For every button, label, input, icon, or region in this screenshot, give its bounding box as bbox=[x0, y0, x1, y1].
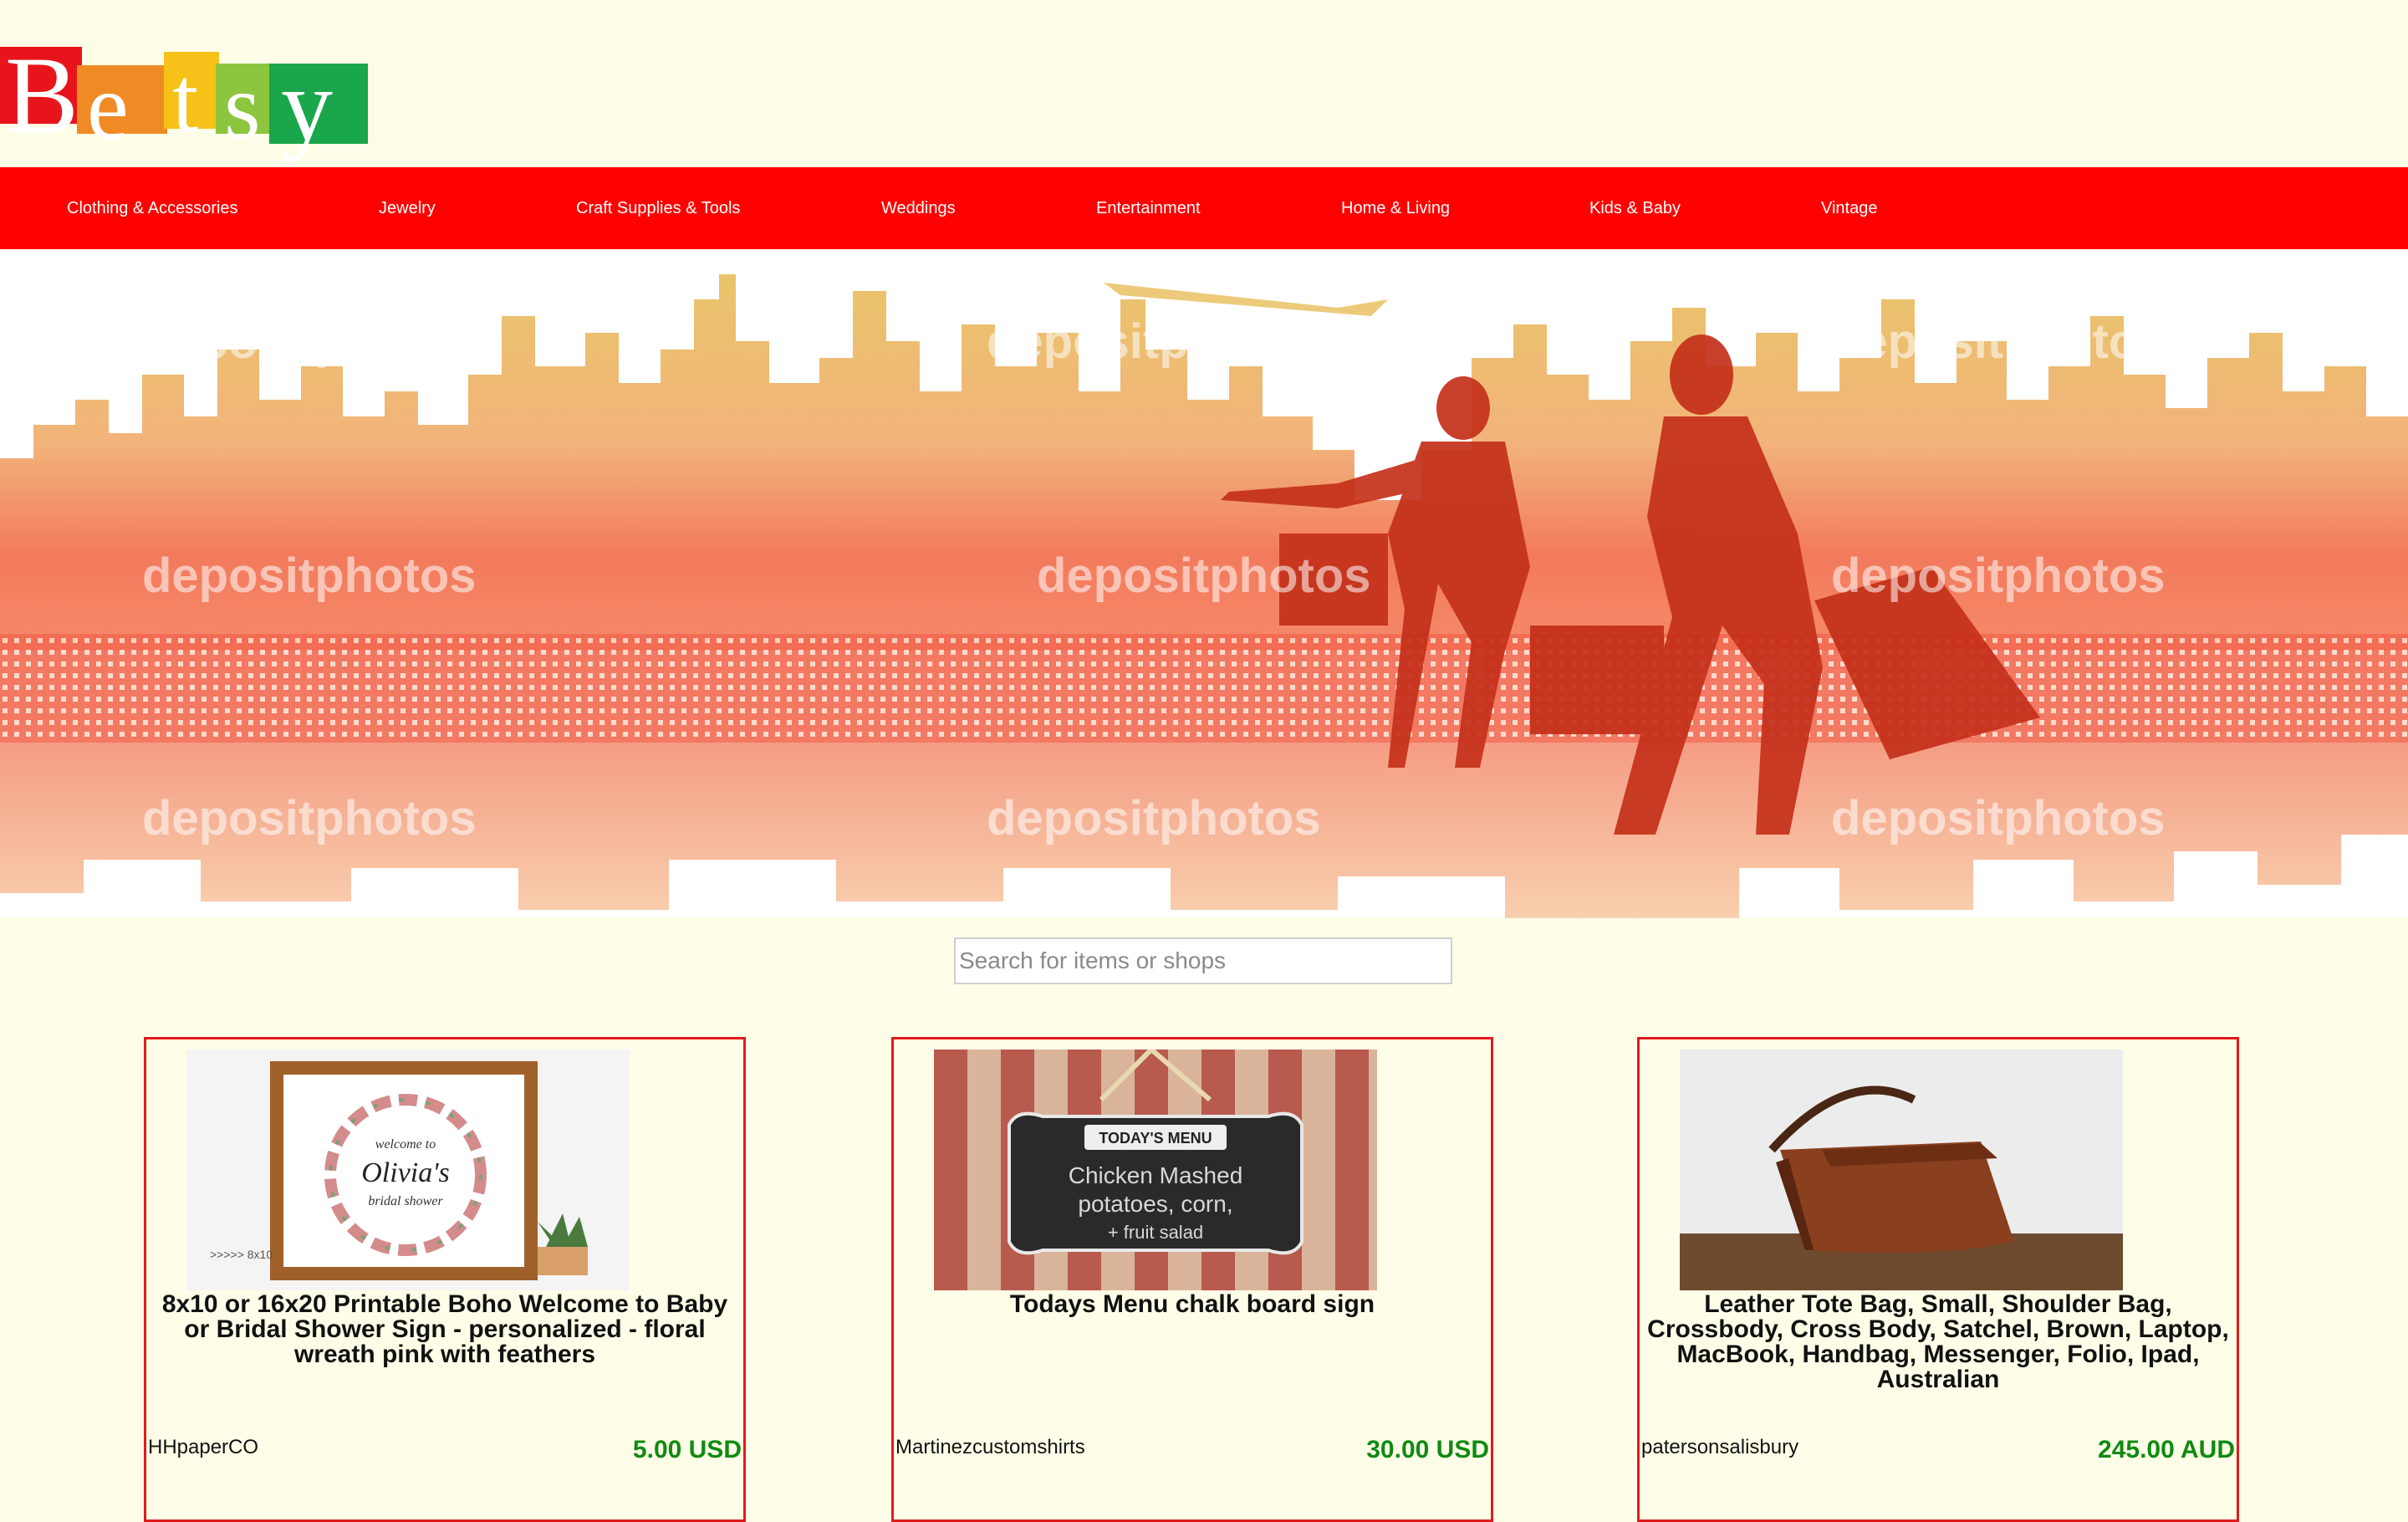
product-image[interactable]: welcome to Olivia's bridal shower >>>>> … bbox=[186, 1050, 630, 1290]
logo-letter-y: y bbox=[281, 48, 333, 162]
chalkboard-text: Chicken Mashed bbox=[1069, 1162, 1243, 1188]
logo-letter-t: t bbox=[172, 49, 199, 152]
watermark-text: depositphotos bbox=[1037, 549, 1371, 603]
shop-name[interactable]: Martinezcustomshirts bbox=[895, 1436, 1085, 1459]
product-card[interactable]: TODAY'S MENU Chicken Mashed potatoes, co… bbox=[891, 1037, 1493, 1522]
product-title[interactable]: Leather Tote Bag, Small, Shoulder Bag, C… bbox=[1645, 1292, 2232, 1392]
product-image[interactable]: TODAY'S MENU Chicken Mashed potatoes, co… bbox=[934, 1050, 1377, 1290]
watermark-text: depositphotos bbox=[987, 791, 1321, 845]
product-price: 5.00 USD bbox=[632, 1436, 742, 1463]
nav-item-home-living[interactable]: Home & Living bbox=[1341, 167, 1450, 249]
nav-item-clothing-accessories[interactable]: Clothing & Accessories bbox=[67, 167, 238, 249]
sign-text: welcome to bbox=[375, 1137, 436, 1152]
watermark-text: depositphotos bbox=[142, 549, 477, 603]
logo-letter-b: B bbox=[5, 33, 79, 156]
nav-item-craft-supplies-tools[interactable]: Craft Supplies & Tools bbox=[576, 167, 740, 249]
size-label: >>>>> 8x10 bbox=[210, 1248, 273, 1261]
product-title[interactable]: 8x10 or 16x20 Printable Boho Welcome to … bbox=[151, 1292, 738, 1367]
product-price: 245.00 AUD bbox=[2098, 1436, 2235, 1463]
chalkboard-text: potatoes, corn, bbox=[1078, 1191, 1232, 1217]
product-price: 30.00 USD bbox=[1366, 1436, 1489, 1463]
shopping-city-illustration: depositphotos depositphotos depositphoto… bbox=[0, 249, 2408, 918]
chalkboard-banner: TODAY'S MENU bbox=[1099, 1130, 1212, 1147]
product-image[interactable] bbox=[1680, 1050, 2123, 1290]
watermark-text: depositphotos bbox=[142, 314, 477, 369]
sign-text: Olivia's bbox=[361, 1157, 450, 1188]
nav-item-vintage[interactable]: Vintage bbox=[1821, 167, 1877, 249]
category-nav: Clothing & Accessories Jewelry Craft Sup… bbox=[0, 167, 2408, 249]
sign-text: bridal shower bbox=[368, 1194, 443, 1208]
product-title[interactable]: Todays Menu chalk board sign bbox=[899, 1292, 1486, 1317]
chalkboard-text: + fruit salad bbox=[1108, 1222, 1203, 1243]
product-card[interactable]: Leather Tote Bag, Small, Shoulder Bag, C… bbox=[1637, 1037, 2239, 1522]
watermark-text: depositphotos bbox=[1831, 549, 2166, 603]
nav-item-entertainment[interactable]: Entertainment bbox=[1096, 167, 1201, 249]
watermark-text: depositphotos bbox=[1831, 314, 2166, 369]
shop-name[interactable]: patersonsalisbury bbox=[1641, 1436, 1798, 1459]
search-input[interactable] bbox=[954, 937, 1452, 984]
logo-letter-e: e bbox=[87, 55, 129, 159]
watermark-text: depositphotos bbox=[1831, 791, 2166, 845]
nav-item-weddings[interactable]: Weddings bbox=[881, 167, 956, 249]
nav-item-kids-baby[interactable]: Kids & Baby bbox=[1589, 167, 1681, 249]
shop-name[interactable]: HHpaperCO bbox=[148, 1436, 258, 1459]
product-card[interactable]: welcome to Olivia's bridal shower >>>>> … bbox=[144, 1037, 746, 1522]
watermark-text: depositphotos bbox=[987, 314, 1321, 369]
logo-letter-s: s bbox=[224, 55, 261, 159]
betsy-logo[interactable]: B e t s y bbox=[0, 40, 368, 157]
watermark-text: depositphotos bbox=[142, 791, 477, 845]
hero-banner: depositphotos depositphotos depositphoto… bbox=[0, 249, 2408, 918]
nav-item-jewelry[interactable]: Jewelry bbox=[379, 167, 436, 249]
